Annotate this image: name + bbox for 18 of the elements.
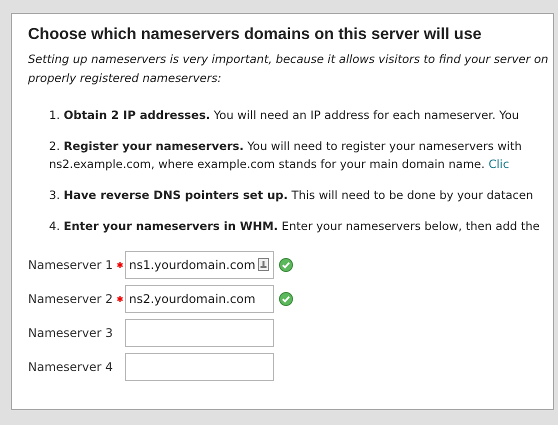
step-text: 3. Have reverse DNS pointers set up. This will need to be done by your datacen	[49, 188, 534, 202]
step-text: 1. Obtain 2 IP addresses. You will need an IP address for each nameserver. You	[49, 108, 520, 122]
field-label: Nameserver 1	[28, 258, 114, 272]
field-label: Nameserver 4	[28, 360, 114, 374]
field-label: Nameserver 2	[28, 292, 114, 306]
step-text: ns2.example.com, where example.com stands for your main domain name.	[49, 157, 485, 171]
input-field[interactable]	[125, 353, 274, 381]
field-label: Nameserver 3	[28, 326, 114, 340]
input-field[interactable]	[125, 319, 274, 347]
section-title: Choose which nameservers domains on this server will use	[28, 26, 482, 44]
input-field[interactable]: ns1.yourdomain.com	[125, 251, 274, 279]
step-text: 2. Register your nameservers. You will need to register your nameservers with	[49, 139, 522, 153]
autofill-icon[interactable]	[258, 258, 269, 271]
link[interactable]: Clic	[488, 157, 510, 171]
step-text: 4. Enter your nameservers in WHM. Enter your nameservers below, then add the	[49, 219, 540, 233]
intro-text: properly registered nameservers:	[28, 70, 222, 87]
intro-text: Setting up nameservers is very important, because it allows visitors to find your server on	[28, 51, 550, 68]
input-field[interactable]: ns2.yourdomain.com	[125, 285, 274, 313]
